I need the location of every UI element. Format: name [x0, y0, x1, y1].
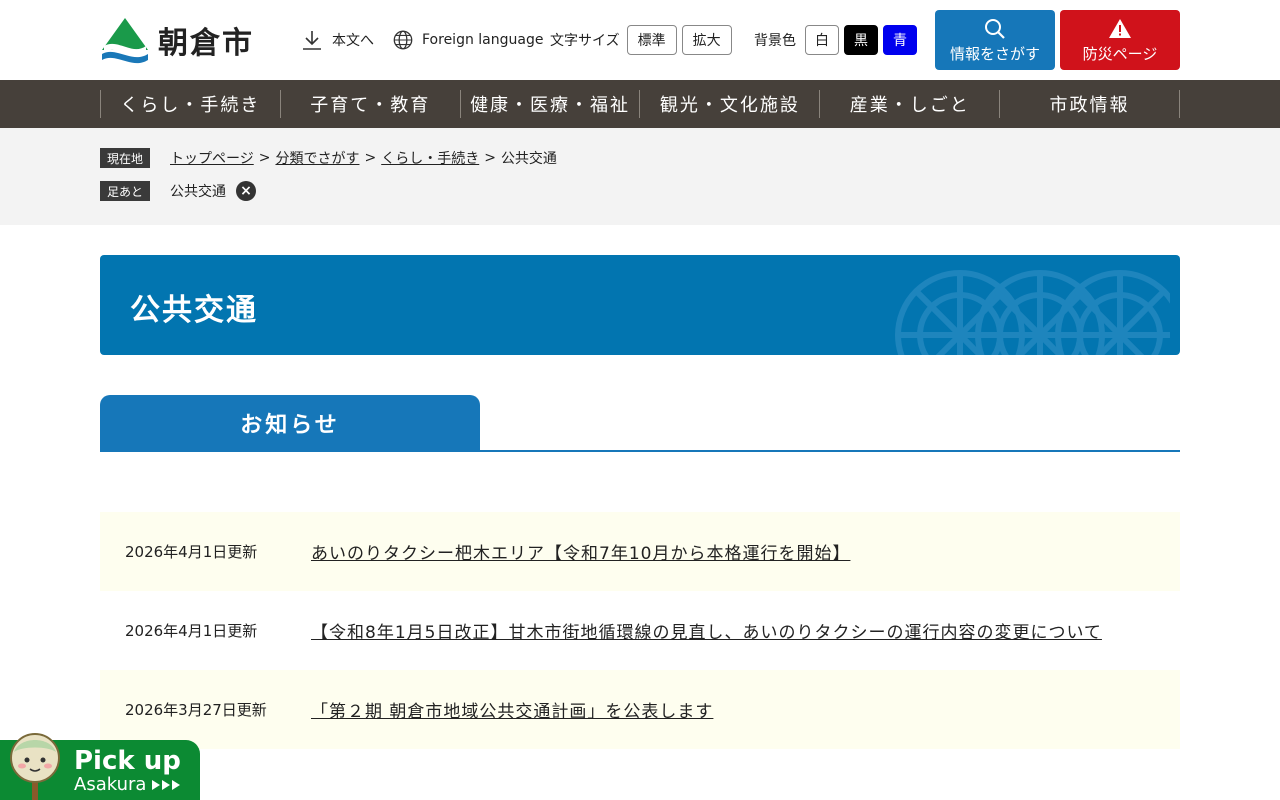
- news-list: 2026年4月1日更新 あいのりタクシー杷木エリア【令和7年10月から本格運行を…: [100, 512, 1180, 749]
- site-header: 朝倉市 本文へ Foreign language 文字サイズ 標準 拡大 背景色…: [0, 0, 1280, 80]
- breadcrumb-separator: >: [258, 150, 271, 166]
- city-emblem-icon: [102, 18, 148, 64]
- nav-item-city-administration[interactable]: 市政情報: [1000, 90, 1180, 118]
- current-location-tag: 現在地: [100, 148, 150, 168]
- breadcrumb-link-category[interactable]: 分類でさがす: [275, 148, 359, 168]
- disaster-page-button[interactable]: 防災ページ: [1060, 10, 1180, 70]
- nav-item-living[interactable]: くらし・手続き: [101, 90, 281, 118]
- search-info-button[interactable]: 情報をさがす: [935, 10, 1055, 70]
- site-name: 朝倉市: [158, 26, 254, 61]
- nav-item-industry-work[interactable]: 産業・しごと: [820, 90, 1001, 118]
- news-date: 2026年3月27日更新: [125, 701, 267, 719]
- font-size-control: 文字サイズ 標準 拡大: [550, 0, 732, 80]
- pickup-subtitle: Asakura: [74, 774, 147, 795]
- nav-item-tourism-culture[interactable]: 観光・文化施設: [640, 90, 821, 118]
- history-tag: 足あと: [100, 181, 150, 201]
- search-info-label: 情報をさがす: [949, 44, 1040, 63]
- news-date: 2026年4月1日更新: [125, 543, 258, 561]
- background-color-control: 背景色 白 黒 青: [754, 0, 917, 80]
- info-tab-bar: お知らせ: [100, 395, 1180, 452]
- list-item: 2026年4月1日更新 あいのりタクシー杷木エリア【令和7年10月から本格運行を…: [100, 512, 1180, 591]
- page-title-banner: 公共交通: [100, 255, 1180, 355]
- breadcrumb: 現在地 トップページ > 分類でさがす > くらし・手続き > 公共交通: [100, 148, 557, 168]
- disaster-page-label: 防災ページ: [1082, 44, 1158, 63]
- nav-item-childcare-education[interactable]: 子育て・教育: [281, 90, 461, 118]
- news-link[interactable]: 「第２期 朝倉市地域公共交通計画」を公表します: [311, 697, 713, 722]
- bg-white-button[interactable]: 白: [805, 25, 839, 55]
- font-size-standard-button[interactable]: 標準: [626, 25, 677, 55]
- breadcrumb-link-top[interactable]: トップページ: [170, 148, 254, 168]
- foreign-language-label: Foreign language: [422, 32, 544, 48]
- globe-icon: [393, 30, 413, 50]
- news-link[interactable]: あいのりタクシー杷木エリア【令和7年10月から本格運行を開始】: [311, 539, 850, 564]
- page-title: 公共交通: [130, 293, 258, 328]
- news-link[interactable]: 【令和8年1月5日改正】甘木市街地循環線の見直し、あいのりタクシーの運行内容の変…: [311, 618, 1102, 643]
- news-date: 2026年4月1日更新: [125, 622, 258, 640]
- breadcrumb-area: 現在地 トップページ > 分類でさがす > くらし・手続き > 公共交通 足あと…: [0, 128, 1280, 225]
- skip-to-content-link[interactable]: 本文へ: [300, 0, 374, 80]
- triple-arrow-icon: [152, 780, 182, 790]
- breadcrumb-current: 公共交通: [500, 151, 557, 167]
- breadcrumb-separator: >: [484, 150, 496, 166]
- list-item: 2026年3月27日更新 「第２期 朝倉市地域公共交通計画」を公表します: [100, 670, 1180, 749]
- pickup-title: Pick up: [74, 746, 181, 776]
- mascot-icon: [10, 733, 60, 800]
- history-trail: 足あと 公共交通 ×: [100, 181, 256, 201]
- bg-blue-button[interactable]: 青: [883, 25, 917, 55]
- list-item: 2026年4月1日更新 【令和8年1月5日改正】甘木市街地循環線の見直し、あいの…: [100, 591, 1180, 670]
- global-nav: くらし・手続き 子育て・教育 健康・医療・福祉 観光・文化施設 産業・しごと 市…: [0, 80, 1280, 128]
- background-color-label: 背景色: [754, 33, 796, 49]
- breadcrumb-link-living[interactable]: くらし・手続き: [381, 148, 479, 168]
- tab-notices[interactable]: お知らせ: [100, 395, 480, 451]
- close-icon[interactable]: ×: [236, 181, 256, 201]
- history-item[interactable]: 公共交通: [170, 181, 226, 201]
- site-logo[interactable]: 朝倉市: [100, 16, 254, 64]
- pickup-asakura-button[interactable]: Pick up Asakura: [0, 733, 200, 800]
- font-size-large-button[interactable]: 拡大: [681, 25, 732, 55]
- nav-item-health-welfare[interactable]: 健康・医療・福祉: [461, 90, 641, 118]
- search-icon: [985, 18, 1005, 39]
- skip-label: 本文へ: [332, 33, 374, 49]
- foreign-language-link[interactable]: Foreign language: [392, 0, 543, 80]
- download-arrow-icon: [303, 31, 321, 50]
- warning-icon: [1109, 18, 1131, 38]
- breadcrumb-separator: >: [364, 150, 377, 166]
- font-size-label: 文字サイズ: [550, 33, 620, 49]
- bg-black-button[interactable]: 黒: [844, 25, 878, 55]
- waterwheel-decoration-icon: [895, 270, 1170, 355]
